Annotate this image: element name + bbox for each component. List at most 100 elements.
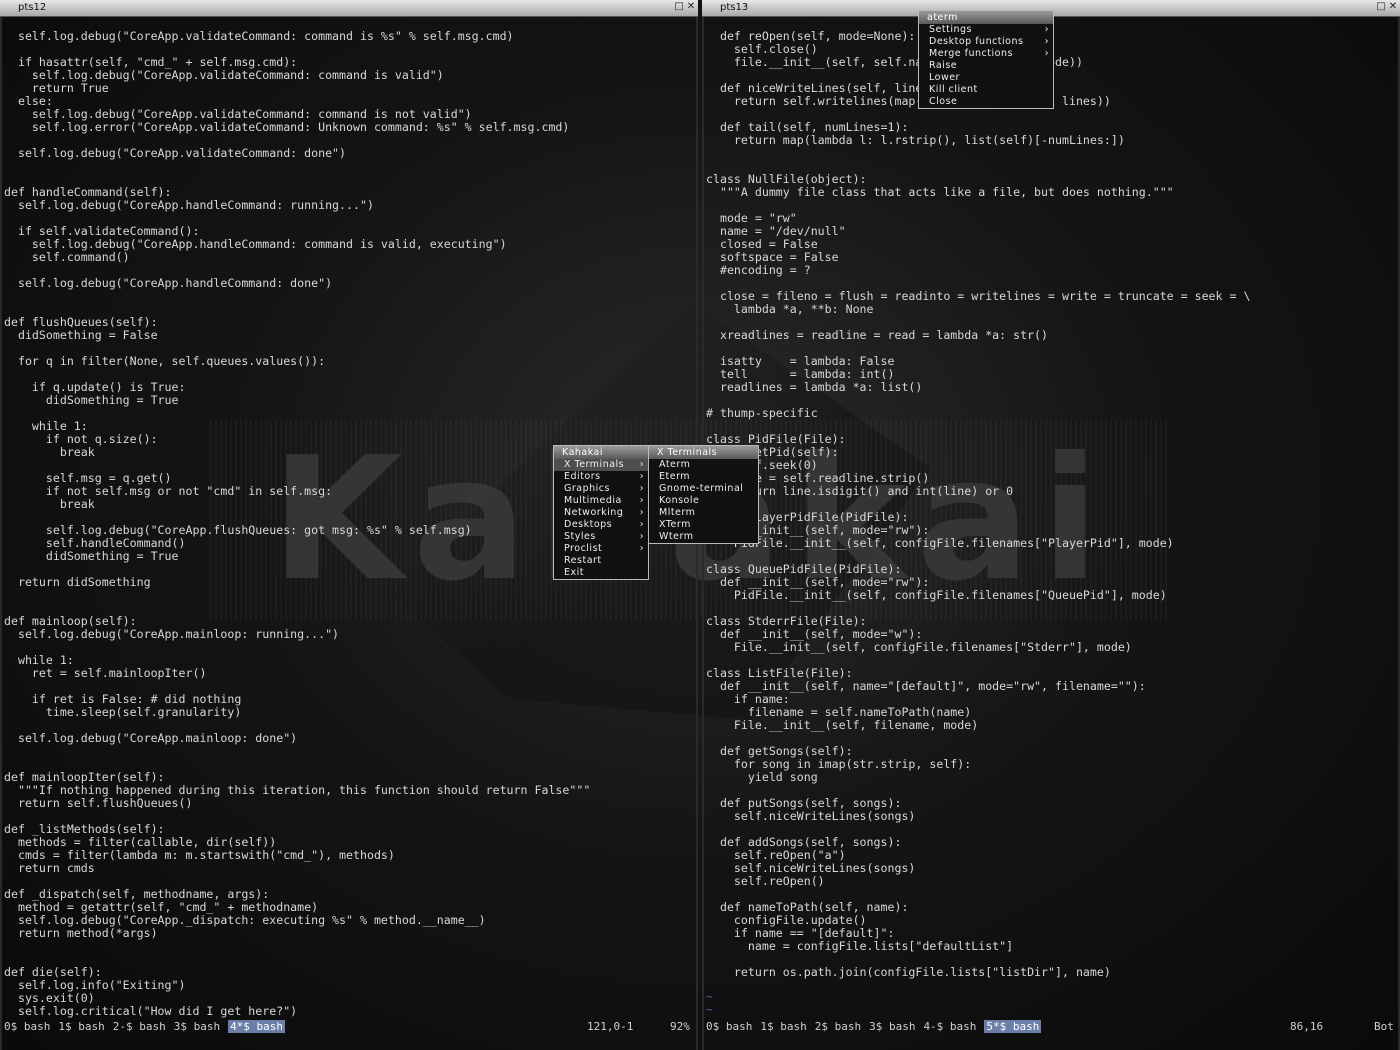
menu-item-gnome-terminal[interactable]: Gnome-terminal [649,483,758,495]
window-title: pts12 [18,2,47,13]
close-icon[interactable]: ✕ [686,2,696,12]
chevron-right-icon: › [639,483,644,494]
code-line: lambda *a, **b: None [706,302,874,316]
screen-tab[interactable]: 5*$ bash [984,1020,1042,1033]
screen-tab[interactable]: 1$ bash [760,1020,814,1033]
chevron-right-icon: › [639,471,644,482]
menu-item-settings[interactable]: Settings › [919,24,1053,36]
menu-item-x-terminals[interactable]: X Terminals › [554,459,648,471]
titlebar-left[interactable]: pts12 □ ✕ [0,0,698,17]
menu-item-label: Styles [564,531,596,542]
code-line: return os.path.join(configFile.lists["li… [706,965,1111,979]
code-line: time.sleep(self.granularity) [4,705,242,719]
scroll-percent: Bot [1374,1020,1394,1033]
code-view-right[interactable]: def reOpen(self, mode=None): self.close(… [706,30,1396,979]
menu-item-eterm[interactable]: Eterm [649,471,758,483]
menu-item-networking[interactable]: Networking › [554,507,648,519]
code-line: self.reOpen() [706,874,825,888]
scroll-percent: 92% [670,1020,690,1033]
terminal-window-right[interactable]: pts13 □ ✕ def reOpen(self, mode=None): s… [702,0,1400,1050]
menu-item-label: Desktops [564,519,613,530]
maximize-icon[interactable]: □ [1376,2,1386,12]
root-menu[interactable]: Kahakai X Terminals › Editors › Graphics › Mul… [553,445,649,580]
screen-tabs[interactable]: 0$ bash 1$ bash 2-$ bash 3$ bash 4*$ bash [4,1020,286,1033]
menu-item-proclist[interactable]: Proclist › [554,543,648,555]
menu-item-kill-client[interactable]: Kill client [919,84,1053,96]
screen-tab[interactable]: 0$ bash [706,1020,760,1033]
chevron-right-icon: › [1044,48,1049,59]
screen-tab[interactable]: 1$ bash [58,1020,112,1033]
menu-title: X Terminals [649,446,758,459]
screen-tab[interactable]: 0$ bash [4,1020,58,1033]
menu-item-aterm[interactable]: Aterm [649,459,758,471]
menu-item-desktop-functions[interactable]: Desktop functions › [919,36,1053,48]
menu-item-exit[interactable]: Exit [554,567,648,579]
menu-item-label: Merge functions [929,48,1013,59]
menu-item-graphics[interactable]: Graphics › [554,483,648,495]
code-line: self.log.debug("CoreApp.mainloop: runnin… [4,627,340,641]
menu-item-editors[interactable]: Editors › [554,471,648,483]
code-line: didSomething = True [4,393,179,407]
screen-tab[interactable]: 2$ bash [815,1020,869,1033]
code-line: yield song [706,770,818,784]
menu-item-close[interactable]: Close [919,96,1053,108]
code-line: ret = self.mainloopIter() [4,666,207,680]
code-line: return line.isdigit() and int(line) or 0 [706,484,1014,498]
menu-title: aterm [919,11,1053,24]
menu-item-raise[interactable]: Raise [919,60,1053,72]
menu-item-label: Networking [564,507,624,518]
code-line: cmds = filter(lambda m: m.startswith("cm… [4,848,395,862]
screen-tab[interactable]: 2-$ bash [113,1020,174,1033]
menu-item-wterm[interactable]: Wterm [649,531,758,543]
menu-item-label: XTerm [659,519,691,530]
cursor-position: 121,0-1 [587,1020,634,1033]
menu-item-label: Graphics [564,483,610,494]
menu-item-label: Gnome-terminal [659,483,744,494]
chevron-right-icon: › [1044,24,1049,35]
screen-statusbar-left: 0$ bash 1$ bash 2-$ bash 3$ bash 4*$ bash 12… [4,1020,692,1034]
code-line: self.log.critical("How did I get here?") [4,1004,298,1018]
screen-tabs[interactable]: 0$ bash 1$ bash 2$ bash 3$ bash 4-$ bash 5*$ … [706,1020,1042,1033]
chevron-right-icon: › [639,495,644,506]
code-line: # thump-specific [706,406,818,420]
chevron-right-icon: › [639,543,644,554]
menu-item-desktops[interactable]: Desktops › [554,519,648,531]
screen-tab[interactable]: 4-$ bash [923,1020,984,1033]
menu-item-merge-functions[interactable]: Merge functions › [919,48,1053,60]
menu-item-label: Aterm [659,459,691,470]
code-line: return cmds [4,861,95,875]
code-line: PidFile.__init__(self, configFile.filena… [706,536,1174,550]
menu-item-label: Editors [564,471,601,482]
menu-item-xterm[interactable]: XTerm [649,519,758,531]
menu-item-multimedia[interactable]: Multimedia › [554,495,648,507]
menu-item-label: Raise [929,60,958,71]
code-line: self.log.debug("CoreApp.handleCommand: r… [4,198,374,212]
maximize-icon[interactable]: □ [674,2,684,12]
menu-item-mlterm[interactable]: Mlterm [649,507,758,519]
screen-tab[interactable]: 3$ bash [174,1020,228,1033]
menu-item-styles[interactable]: Styles › [554,531,648,543]
code-line: self.log.debug("CoreApp.validateCommand:… [4,29,514,43]
menu-item-restart[interactable]: Restart [554,555,648,567]
menu-item-label: Konsole [659,495,700,506]
screen-tab[interactable]: 3$ bash [869,1020,923,1033]
code-line: """A dummy file class that acts like a f… [706,185,1174,199]
menu-item-konsole[interactable]: Konsole [649,495,758,507]
screen-statusbar-right: 0$ bash 1$ bash 2$ bash 3$ bash 4-$ bash 5*$ … [706,1020,1394,1034]
menu-item-label: Settings [929,24,972,35]
code-line: readlines = lambda *a: list() [706,380,923,394]
terminals-submenu[interactable]: X Terminals Aterm Eterm Gnome-terminal Kons… [648,445,759,544]
window-menu[interactable]: aterm Settings › Desktop functions › Merge f… [918,10,1054,109]
menu-item-label: Desktop functions [929,36,1024,47]
menu-item-lower[interactable]: Lower [919,72,1053,84]
code-line: self.niceWriteLines(songs) [706,809,916,823]
code-line: for q in filter(None, self.queues.values… [4,354,326,368]
close-icon[interactable]: ✕ [1388,2,1398,12]
screen-tab[interactable]: 4*$ bash [228,1020,286,1033]
